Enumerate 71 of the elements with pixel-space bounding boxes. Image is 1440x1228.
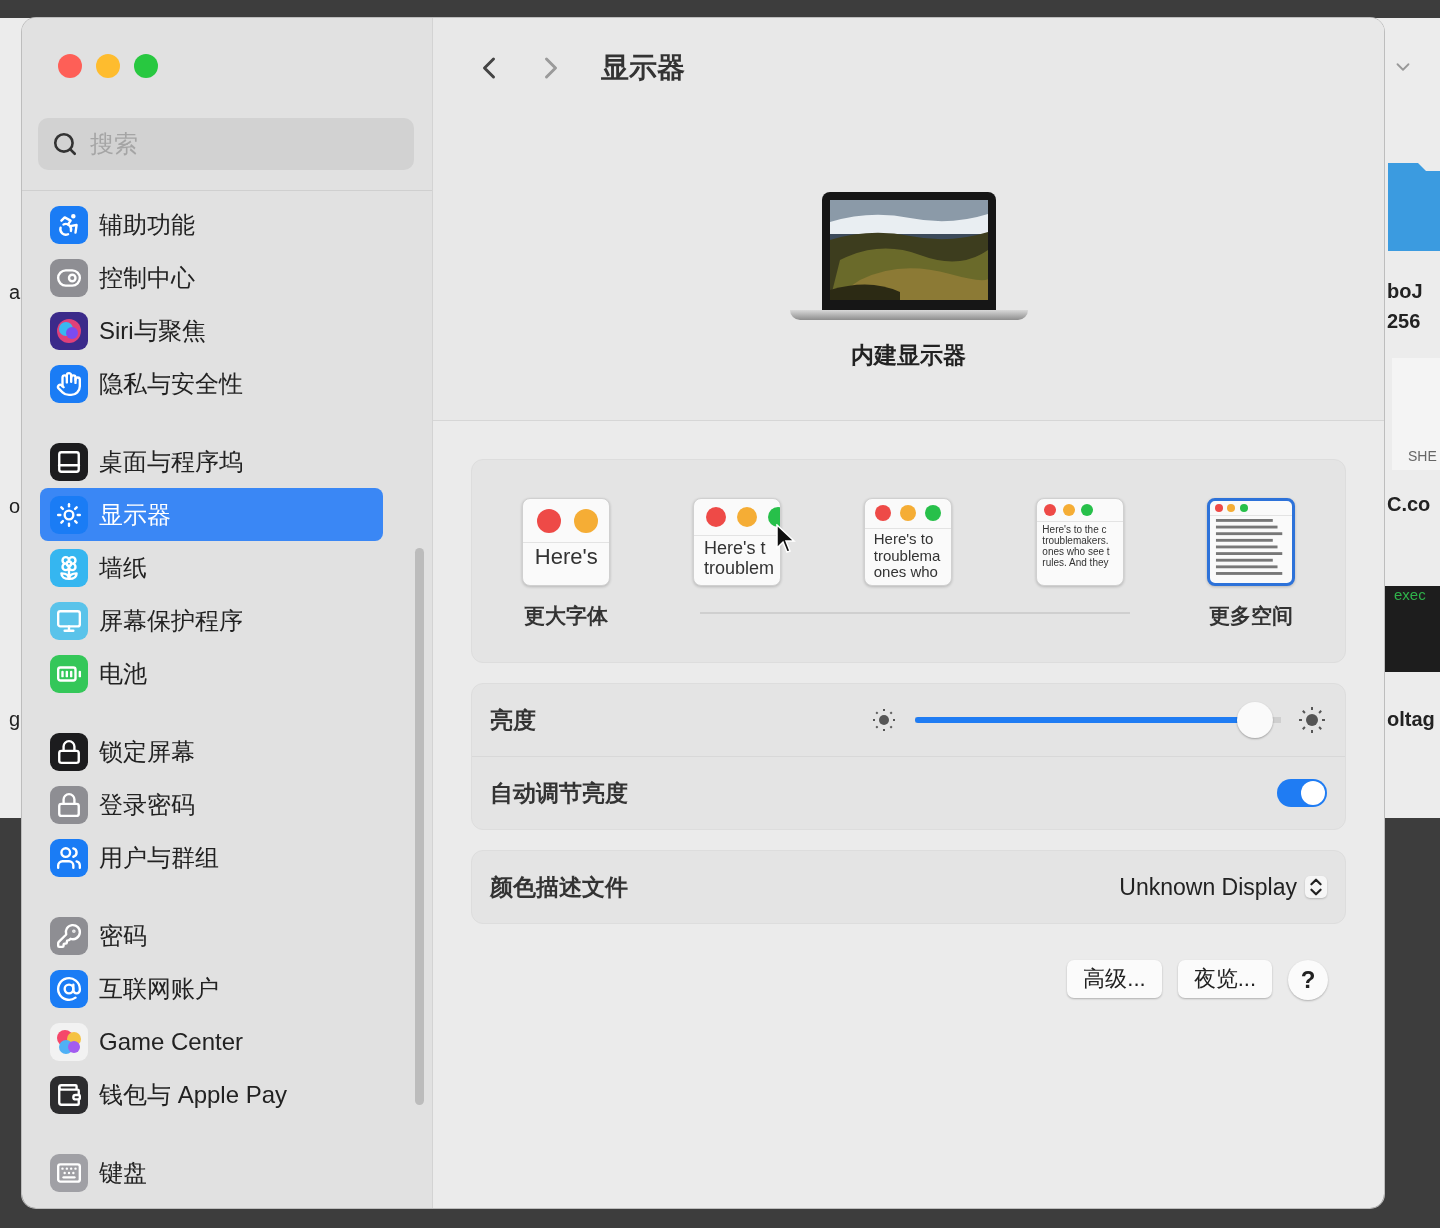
sidebar-item-label: 墙纸 xyxy=(99,552,147,583)
sidebar-item[interactable]: 墙纸 xyxy=(40,541,383,594)
background-text: a xyxy=(8,281,20,304)
preview-text: Here's to the c troublemakers. ones who see t rules. And they xyxy=(1041,522,1110,569)
page-title: 显示器 xyxy=(601,51,685,85)
color-profile-label: 颜色描述文件 xyxy=(490,872,629,902)
sidebar-item-label: Game Center xyxy=(99,1027,244,1056)
sidebar-item-label: 密码 xyxy=(99,920,147,951)
color-profile-popup[interactable]: Unknown Display xyxy=(1119,873,1327,901)
sidebar-item-label: 隐私与安全性 xyxy=(99,368,243,399)
background-text: o xyxy=(8,495,20,518)
sun-icon xyxy=(1297,705,1327,735)
sidebar-item-label: Siri与聚焦 xyxy=(99,315,206,346)
background-text: oltag xyxy=(1387,708,1435,731)
brightness-label: 亮度 xyxy=(490,705,537,735)
option-label: 更多空间 xyxy=(1209,603,1294,628)
close-button[interactable] xyxy=(58,54,82,78)
advanced-button[interactable]: 高级... xyxy=(1067,960,1162,998)
auto-brightness-toggle[interactable] xyxy=(1277,779,1327,807)
sidebar-item[interactable]: 屏幕保护程序 xyxy=(40,594,383,647)
preview-text: Here's t troublem xyxy=(702,537,774,579)
preview-text: Here's xyxy=(533,543,598,570)
resolution-option[interactable]: Here's xyxy=(521,498,610,586)
sidebar-item[interactable]: 控制中心 xyxy=(40,251,383,304)
pointer-cursor-icon xyxy=(776,524,796,554)
sidebar-item[interactable]: 桌面与程序坞 xyxy=(40,435,383,488)
display-name: 内建显示器 xyxy=(851,341,966,370)
scrollbar[interactable] xyxy=(415,548,424,1105)
preview-text: Here's to troublema ones who xyxy=(872,528,941,582)
minimize-button[interactable] xyxy=(96,54,120,78)
sidebar-item-label: 桌面与程序坞 xyxy=(99,446,243,477)
sidebar-item-label: 控制中心 xyxy=(99,262,195,293)
sidebar-item[interactable]: 显示器 xyxy=(40,488,383,541)
sidebar-item-label: 用户与群组 xyxy=(99,842,219,873)
background-text: exec xyxy=(1393,586,1426,603)
sidebar-item[interactable]: 辅助功能 xyxy=(40,198,383,251)
sidebar-item[interactable]: 登录密码 xyxy=(40,778,383,831)
sidebar-item-label: 电池 xyxy=(99,658,147,689)
option-label: 更大字体 xyxy=(523,603,608,628)
sidebar-item[interactable]: Game Center xyxy=(40,1015,383,1068)
sidebar-item-label: 互联网账户 xyxy=(99,973,219,1004)
sidebar-item-label: 钱包与 Apple Pay xyxy=(99,1079,288,1110)
resolution-option[interactable]: Here's t troublem xyxy=(693,498,782,586)
background-text: 256 xyxy=(1387,310,1421,333)
help-button[interactable]: ? xyxy=(1288,960,1328,1000)
sidebar-item[interactable]: 键盘 xyxy=(40,1146,383,1199)
resolution-option[interactable] xyxy=(1207,498,1296,586)
sidebar-item-label: 登录密码 xyxy=(99,789,195,820)
sidebar-item[interactable]: 钱包与 Apple Pay xyxy=(40,1068,383,1121)
background-text: g xyxy=(8,708,20,731)
background-text: C.co xyxy=(1387,493,1431,516)
background-text: SHE xyxy=(1407,448,1437,464)
sidebar-item[interactable]: 互联网账户 xyxy=(40,962,383,1015)
zoom-button[interactable] xyxy=(134,54,158,78)
sidebar-item-label: 屏幕保护程序 xyxy=(99,605,243,636)
night-shift-button[interactable]: 夜览... xyxy=(1177,960,1272,998)
sidebar-item[interactable]: 电池 xyxy=(40,647,383,700)
background-text: boJ xyxy=(1387,280,1423,303)
sidebar-item[interactable]: Siri与聚焦 xyxy=(40,304,383,357)
auto-brightness-label: 自动调节亮度 xyxy=(490,778,629,808)
sidebar-item-label: 锁定屏幕 xyxy=(99,736,195,767)
sidebar-item[interactable]: 锁定屏幕 xyxy=(40,725,383,778)
sidebar-item[interactable]: 隐私与安全性 xyxy=(40,357,383,410)
sidebar-item-label: 辅助功能 xyxy=(99,209,195,240)
resolution-option[interactable]: Here's to troublema ones who xyxy=(864,498,953,586)
resolution-option[interactable]: Here's to the c troublemakers. ones who see t rules. And they xyxy=(1035,498,1124,586)
sidebar-item[interactable]: 用户与群组 xyxy=(40,831,383,884)
sidebar-item-label: 键盘 xyxy=(99,1157,147,1188)
search-icon xyxy=(52,131,78,157)
sidebar-item-label: 显示器 xyxy=(99,499,171,530)
sidebar-item[interactable]: 密码 xyxy=(40,909,383,962)
